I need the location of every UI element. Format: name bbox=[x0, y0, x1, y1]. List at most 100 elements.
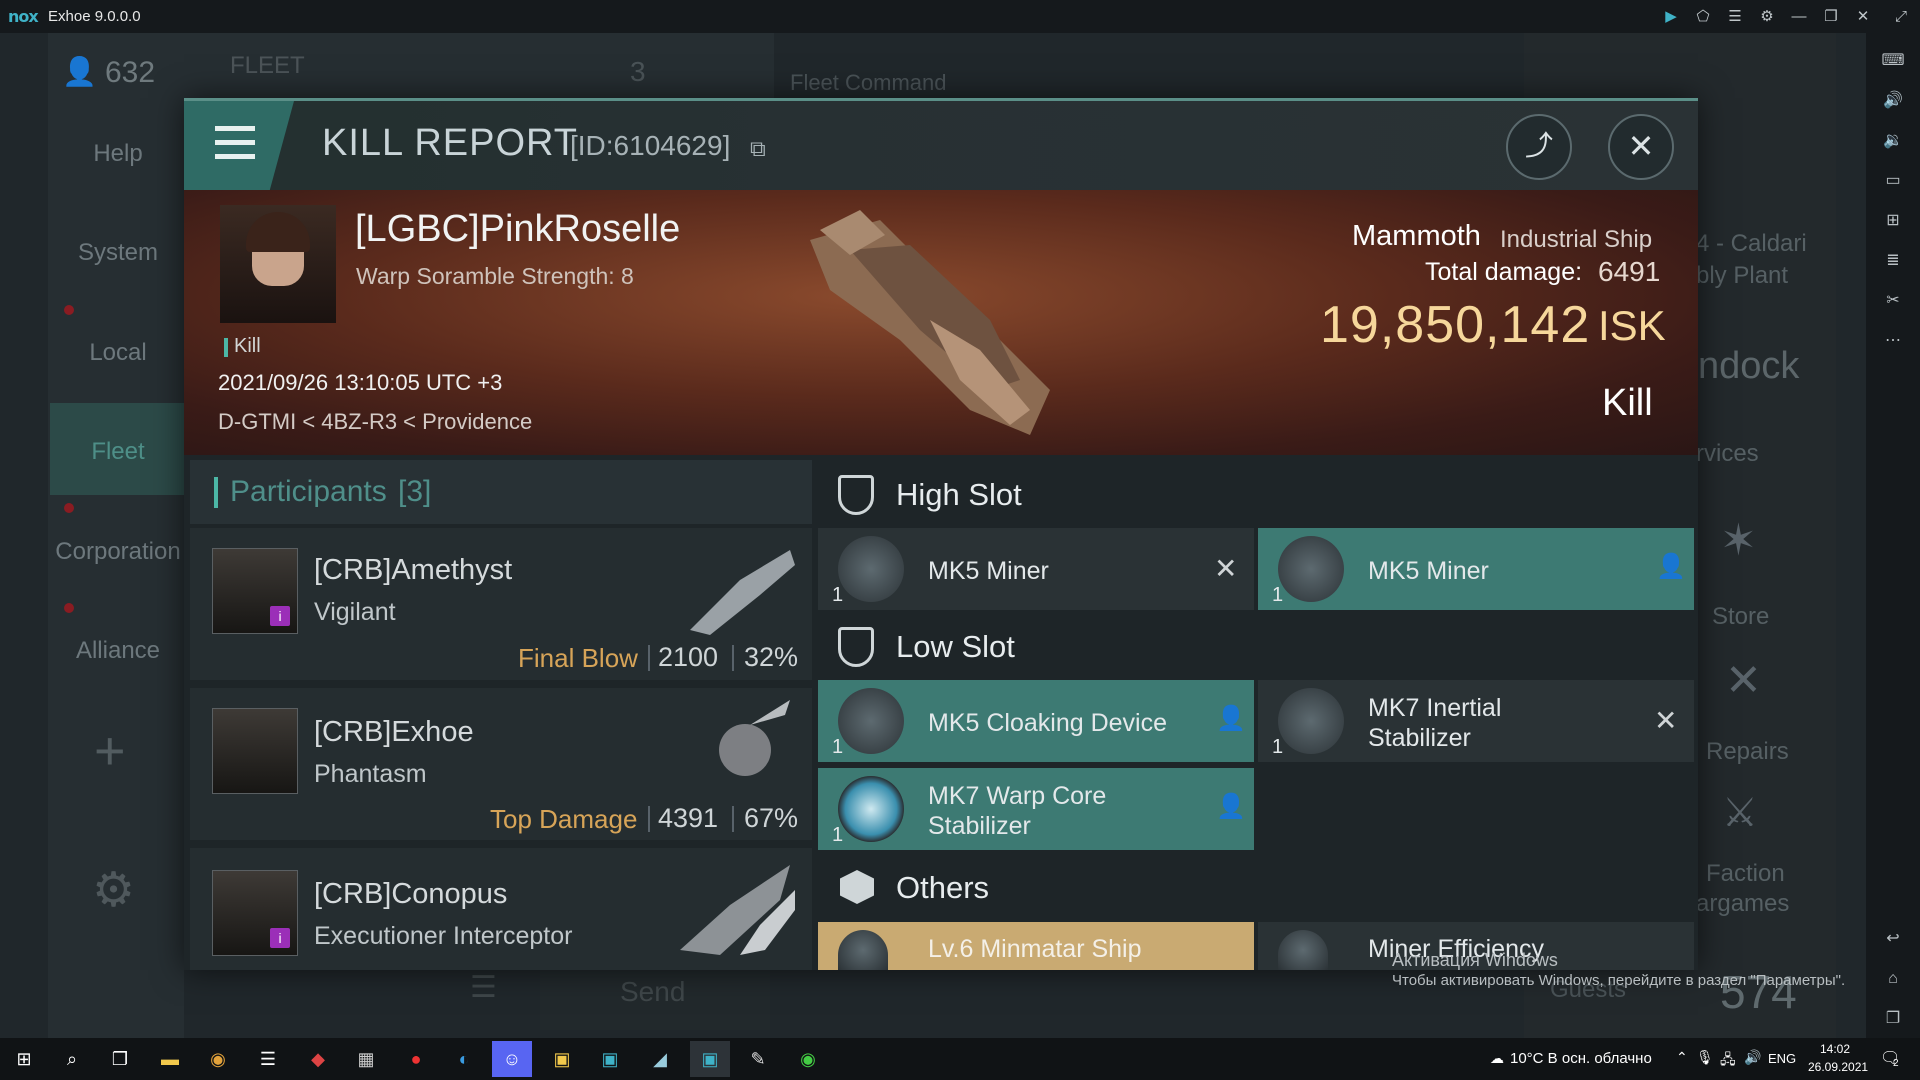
close-icon[interactable]: ✕ bbox=[1852, 6, 1874, 28]
page-title: KILL REPORT bbox=[322, 122, 578, 164]
divider bbox=[732, 645, 734, 671]
tray-up-icon[interactable]: ⌃ bbox=[1676, 1049, 1688, 1066]
chrome-profile-icon[interactable]: ◉ bbox=[788, 1041, 828, 1077]
app-icon[interactable]: ☰ bbox=[248, 1041, 288, 1077]
nav-help[interactable]: Help bbox=[48, 140, 188, 168]
divider bbox=[648, 645, 650, 671]
participant-ship-image bbox=[680, 540, 800, 640]
keyboard-icon[interactable]: ⌨ bbox=[1866, 43, 1920, 79]
bookmark-icon[interactable]: ⬠ bbox=[1692, 6, 1714, 28]
participant-ship: Vigilant bbox=[314, 598, 396, 626]
app-icon[interactable]: ✎ bbox=[738, 1041, 778, 1077]
clock-time[interactable]: 14:02 bbox=[1820, 1042, 1850, 1056]
app-icon[interactable]: ◢ bbox=[640, 1041, 680, 1077]
notifications-count: 2 bbox=[1893, 1058, 1899, 1069]
store-button[interactable]: Store bbox=[1712, 603, 1769, 631]
repairs-button[interactable]: Repairs bbox=[1706, 738, 1789, 766]
task-view-icon[interactable]: ❐ bbox=[100, 1041, 140, 1077]
minimize-icon[interactable]: — bbox=[1788, 6, 1810, 28]
mic-icon[interactable]: 🎙 bbox=[1696, 1049, 1714, 1066]
notification-dot bbox=[64, 503, 74, 513]
settings-icon[interactable]: ⚙ bbox=[1756, 6, 1778, 28]
emulator-title-bar bbox=[0, 0, 1920, 33]
play-icon[interactable]: ▶ bbox=[1660, 6, 1682, 28]
weather-icon[interactable]: ☁ bbox=[1490, 1050, 1504, 1067]
faction-label-2[interactable]: argames bbox=[1696, 890, 1789, 918]
plus-icon[interactable]: + bbox=[94, 720, 126, 782]
clock-date[interactable]: 26.09.2021 bbox=[1808, 1060, 1868, 1074]
speaker-icon[interactable]: 🔊 bbox=[1744, 1049, 1761, 1066]
participant-percent: 67% bbox=[744, 803, 799, 833]
copy-icon[interactable]: ⧉ bbox=[750, 136, 766, 162]
ship-class: Industrial Ship bbox=[1500, 226, 1653, 253]
nox-active-icon[interactable]: ▣ bbox=[690, 1041, 730, 1077]
multi-instance-icon[interactable]: ≣ bbox=[1866, 243, 1920, 279]
warp-strength: Warp Soramble Strength: 8 bbox=[356, 263, 634, 289]
calculator-icon[interactable]: ▦ bbox=[346, 1041, 386, 1077]
app-icon[interactable]: ▣ bbox=[542, 1041, 582, 1077]
undock-button[interactable]: ndock bbox=[1698, 345, 1799, 388]
close-button[interactable]: ✕ bbox=[1608, 114, 1674, 180]
chrome-icon[interactable]: ◉ bbox=[198, 1041, 238, 1077]
participant-name: [CRB]Conopus bbox=[314, 878, 508, 910]
module-name: MK5 Miner bbox=[928, 557, 1049, 585]
station-name-2: bly Plant bbox=[1696, 262, 1789, 289]
volume-up-icon[interactable]: 🔊 bbox=[1866, 83, 1920, 119]
menu-icon bbox=[215, 154, 255, 159]
back-icon[interactable]: ↩ bbox=[1866, 921, 1920, 957]
volume-down-icon[interactable]: 🔉 bbox=[1866, 123, 1920, 159]
search-icon[interactable]: ⌕ bbox=[52, 1041, 92, 1077]
edge-icon[interactable]: ◐ bbox=[444, 1041, 484, 1077]
participant-ship: Phantasm bbox=[314, 760, 427, 788]
total-damage: 6491 bbox=[1598, 256, 1661, 287]
nav-system[interactable]: System bbox=[48, 239, 188, 267]
home-icon[interactable]: ⌂ bbox=[1866, 961, 1920, 997]
low-slot-icon bbox=[838, 627, 874, 667]
nav-local[interactable]: Local bbox=[48, 339, 188, 367]
participants-title: Participants bbox=[230, 475, 387, 508]
result-label: Kill bbox=[1602, 382, 1653, 424]
nav-fleet[interactable]: Fleet bbox=[48, 438, 188, 466]
app-icon[interactable]: ◆ bbox=[298, 1041, 338, 1077]
window-title: Exhoe 9.0.0.0 bbox=[48, 8, 141, 25]
menu-icon[interactable]: ☰ bbox=[1724, 6, 1746, 28]
faction-icon: ⚔ bbox=[1722, 791, 1758, 835]
report-id: [ID:6104629] bbox=[570, 130, 731, 161]
file-explorer-icon[interactable]: ▬ bbox=[150, 1041, 190, 1077]
isk-value: 19,850,142 bbox=[1320, 296, 1591, 354]
chat-menu-icon[interactable]: ☰ bbox=[470, 970, 497, 1005]
faction-label-1[interactable]: Faction bbox=[1706, 860, 1785, 888]
fleet-command-label[interactable]: Fleet Command bbox=[790, 70, 947, 96]
participant-percent: 32% bbox=[744, 642, 799, 672]
nav-alliance[interactable]: Alliance bbox=[48, 637, 188, 665]
module-name: MK7 Warp Core bbox=[928, 782, 1107, 810]
gear-icon[interactable]: ⚙ bbox=[92, 862, 135, 918]
divider bbox=[732, 806, 734, 832]
expand-icon[interactable]: ⤢ bbox=[1890, 6, 1912, 28]
nav-corporation[interactable]: Corporation bbox=[48, 538, 188, 566]
scissors-icon[interactable]: ✂ bbox=[1866, 283, 1920, 319]
restore-icon[interactable]: ❐ bbox=[1820, 6, 1842, 28]
fleet-label: FLEET bbox=[230, 52, 305, 79]
share-button[interactable]: ⤴ bbox=[1506, 114, 1572, 180]
add-apk-icon[interactable]: ⊞ bbox=[1866, 203, 1920, 239]
windows-start-icon[interactable]: ⊞ bbox=[4, 1041, 44, 1077]
language-indicator[interactable]: ENG bbox=[1768, 1051, 1796, 1066]
nox-icon[interactable]: ▣ bbox=[590, 1041, 630, 1077]
more-icon[interactable]: ⋯ bbox=[1866, 323, 1920, 359]
module-name: MK7 Inertial bbox=[1368, 694, 1502, 722]
destroyed-icon: ✕ bbox=[1214, 553, 1238, 584]
dropped-person-icon: 👤 bbox=[1216, 705, 1246, 732]
ship-name: Mammoth bbox=[1352, 220, 1481, 252]
kill-tag: Kill bbox=[234, 335, 261, 357]
recent-apps-icon[interactable]: ❐ bbox=[1866, 1001, 1920, 1037]
screen-icon[interactable]: ▭ bbox=[1866, 163, 1920, 199]
ship-image bbox=[810, 210, 1050, 435]
kill-tag-bar bbox=[224, 338, 228, 357]
network-icon[interactable]: 🖧 bbox=[1720, 1049, 1736, 1073]
app-icon[interactable]: ● bbox=[396, 1041, 436, 1077]
weather-text[interactable]: 10°C В осн. облачно bbox=[1510, 1050, 1652, 1067]
discord-icon[interactable]: ☺ bbox=[492, 1041, 532, 1077]
participant-ship-image bbox=[690, 690, 800, 800]
menu-icon bbox=[215, 140, 255, 145]
